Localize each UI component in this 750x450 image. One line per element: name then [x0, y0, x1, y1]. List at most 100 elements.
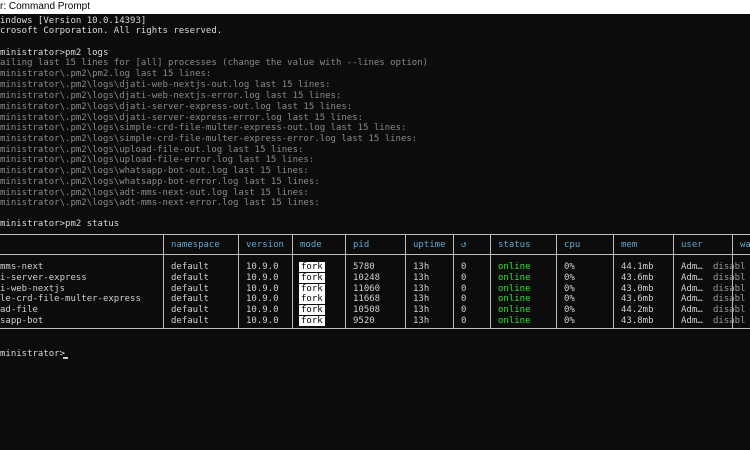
column-divider — [292, 234, 293, 329]
process-restarts: 0 — [461, 305, 467, 315]
log-line: ministrator\.pm2\logs\djati-web-nextjs-o… — [0, 80, 331, 90]
process-version: 10.9.0 — [246, 294, 279, 304]
process-restarts: 0 — [461, 262, 467, 272]
header-namespace: namespace — [171, 240, 220, 250]
process-version: 10.9.0 — [246, 305, 279, 315]
header-uptime: uptime — [413, 240, 446, 250]
table-bottom-border — [0, 328, 750, 329]
process-namespace: default — [171, 294, 209, 304]
log-line: ministrator\.pm2\logs\djati-web-nextjs-e… — [0, 91, 342, 101]
process-watching: disabl — [713, 316, 746, 326]
process-mode: fork — [299, 305, 325, 315]
process-namespace: default — [171, 316, 209, 326]
version-line: indows [Version 10.0.14393] — [0, 16, 147, 26]
process-mode: fork — [299, 316, 325, 326]
column-divider — [453, 234, 454, 329]
process-mode: fork — [299, 262, 325, 272]
process-cpu: 0% — [564, 262, 575, 272]
process-watching: disabl — [713, 284, 746, 294]
header-watching: wa — [740, 240, 750, 250]
process-version: 10.9.0 — [246, 316, 279, 326]
log-line: ministrator\.pm2\logs\adt-mms-next-error… — [0, 198, 320, 208]
text-cursor — [63, 357, 68, 359]
process-user: Adm… — [681, 262, 703, 272]
process-name: ad-file — [0, 305, 38, 315]
process-cpu: 0% — [564, 294, 575, 304]
process-name: sapp-bot — [0, 316, 44, 326]
process-name: le-crd-file-multer-express — [0, 294, 141, 304]
process-pid: 10248 — [353, 273, 381, 283]
header-status: status — [498, 240, 531, 250]
process-namespace: default — [171, 284, 209, 294]
process-watching: disabl — [713, 273, 746, 283]
column-divider — [556, 234, 557, 329]
header-mem: mem — [621, 240, 638, 250]
log-line: ministrator\.pm2\logs\whatsapp-bot-error… — [0, 177, 320, 187]
process-pid: 11060 — [353, 284, 381, 294]
process-restarts: 0 — [461, 284, 467, 294]
log-line: ministrator\.pm2\logs\upload-file-error.… — [0, 155, 315, 165]
process-cpu: 0% — [564, 305, 575, 315]
table-top-border — [0, 234, 750, 235]
command-pm2-status: ministrator>pm2 status — [0, 219, 120, 229]
process-mem: 43.8mb — [621, 316, 654, 326]
process-watching: disabl — [713, 262, 746, 272]
process-restarts: 0 — [461, 294, 467, 304]
process-status: online — [498, 316, 531, 326]
log-line: ministrator\.pm2\logs\simple-crd-file-mu… — [0, 123, 407, 133]
column-divider — [345, 234, 346, 329]
header-cpu: cpu — [564, 240, 581, 250]
column-divider — [673, 234, 674, 329]
process-name: i-server-express — [0, 273, 87, 283]
process-mode: fork — [299, 284, 325, 294]
process-mem: 43.0mb — [621, 284, 654, 294]
process-user: Adm… — [681, 273, 703, 283]
process-restarts: 0 — [461, 316, 467, 326]
command-prompt[interactable]: ministrator> — [0, 349, 65, 359]
log-line: ministrator\.pm2\logs\adt-mms-next-out.l… — [0, 188, 309, 198]
log-line: ministrator\.pm2\logs\djati-server-expre… — [0, 113, 364, 123]
column-divider — [405, 234, 406, 329]
log-line: ailing last 15 lines for [all] processes… — [0, 58, 429, 68]
process-uptime: 13h — [413, 284, 430, 294]
process-mode: fork — [299, 294, 325, 304]
process-cpu: 0% — [564, 273, 575, 283]
process-user: Adm… — [681, 294, 703, 304]
process-user: Adm… — [681, 316, 703, 326]
process-status: online — [498, 305, 531, 315]
column-divider — [163, 234, 164, 329]
command-pm2-logs: ministrator>pm2 logs — [0, 48, 109, 58]
table-header-border — [0, 254, 750, 255]
process-mem: 44.1mb — [621, 262, 654, 272]
process-namespace: default — [171, 305, 209, 315]
copyright-line: crosoft Corporation. All rights reserved… — [0, 26, 223, 36]
process-name: i-web-nextjs — [0, 284, 66, 294]
process-namespace: default — [171, 262, 209, 272]
process-uptime: 13h — [413, 273, 430, 283]
process-uptime: 13h — [413, 316, 430, 326]
process-pid: 9520 — [353, 316, 375, 326]
process-version: 10.9.0 — [246, 284, 279, 294]
column-divider — [613, 234, 614, 329]
process-namespace: default — [171, 273, 209, 283]
process-name: mms-next — [0, 262, 44, 272]
process-uptime: 13h — [413, 262, 430, 272]
process-mem: 43.6mb — [621, 273, 654, 283]
process-uptime: 13h — [413, 305, 430, 315]
header-user: user — [681, 240, 703, 250]
process-cpu: 0% — [564, 316, 575, 326]
process-user: Adm… — [681, 284, 703, 294]
header-mode: mode — [300, 240, 322, 250]
column-divider — [490, 234, 491, 329]
process-watching: disabl — [713, 305, 746, 315]
header-restarts-icon: ↺ — [461, 240, 467, 250]
process-mem: 43.6mb — [621, 294, 654, 304]
log-line: ministrator\.pm2\logs\djati-server-expre… — [0, 102, 353, 112]
log-line: ministrator\.pm2\logs\upload-file-out.lo… — [0, 145, 304, 155]
console-output[interactable]: indows [Version 10.0.14393] crosoft Corp… — [0, 14, 750, 450]
process-version: 10.9.0 — [246, 262, 279, 272]
process-mode: fork — [299, 273, 325, 283]
process-restarts: 0 — [461, 273, 467, 283]
process-cpu: 0% — [564, 284, 575, 294]
log-line: ministrator\.pm2\logs\whatsapp-bot-out.l… — [0, 166, 309, 176]
